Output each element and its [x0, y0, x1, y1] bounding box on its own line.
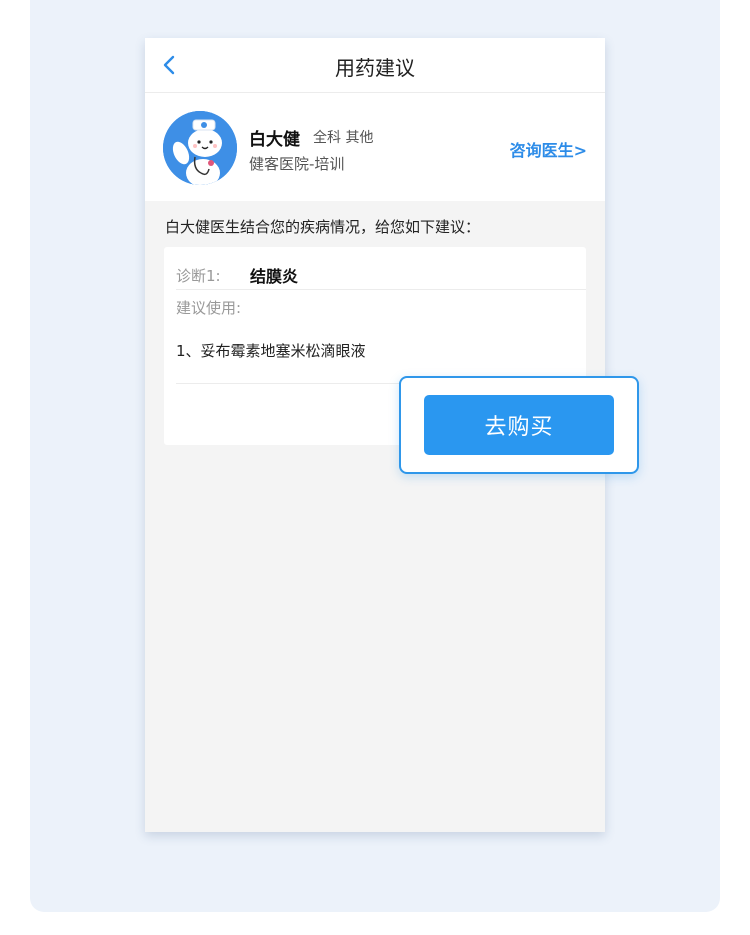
medication-item: 1、妥布霉素地塞米松滴眼液: [176, 342, 366, 360]
diagnosis-value: 结膜炎: [250, 267, 299, 286]
doctor-hospital: 健客医院-培训: [249, 155, 345, 173]
doctor-name: 白大健: [249, 130, 300, 150]
doctor-avatar: [163, 111, 237, 185]
doctor-bear-avatar-icon: [163, 111, 237, 185]
diagnosis-label: 诊断1:: [176, 267, 221, 285]
page-title: 用药建议: [335, 56, 415, 80]
doctor-department: 全科 其他: [313, 130, 374, 146]
consult-doctor-link[interactable]: 咨询医生>: [510, 137, 587, 161]
advice-intro: 白大健医生结合您的疾病情况，给您如下建议：: [165, 218, 481, 236]
buy-button[interactable]: 去购买: [424, 395, 614, 455]
doctor-card: 白大健 全科 其他 健客医院-培训 咨询医生>: [145, 93, 605, 201]
divider: [176, 289, 586, 290]
nav-bar: 用药建议: [145, 38, 605, 93]
usage-label: 建议使用:: [176, 299, 242, 317]
